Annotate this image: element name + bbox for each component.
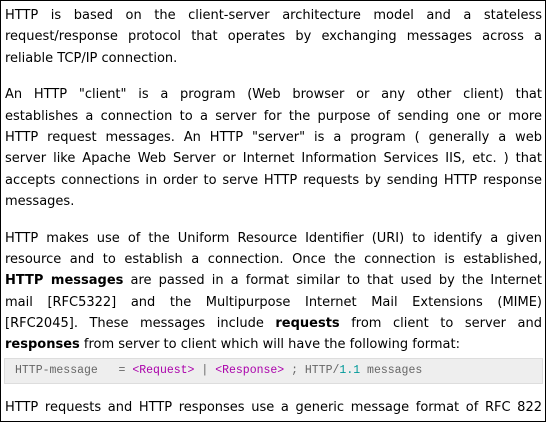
document-frame: HTTP is based on the client-server archi… bbox=[0, 0, 546, 422]
text-line: messages. bbox=[5, 193, 75, 209]
bold-term: requests bbox=[275, 315, 340, 331]
code-token: <Response> bbox=[215, 364, 285, 378]
text-line: mail [RFC5322] and the Multipurpose Inte… bbox=[5, 294, 542, 310]
text-segment: are passed in a format similar to that u… bbox=[123, 273, 543, 289]
text-line: establishes a connection to a server for… bbox=[5, 108, 542, 124]
text-segment: [RFC2045]. These messages include bbox=[5, 315, 276, 331]
text-segment: from server to client which will have th… bbox=[79, 337, 460, 353]
bold-term: responses bbox=[5, 337, 80, 353]
article-content: HTTP is based on the client-server archi… bbox=[4, 5, 543, 419]
paragraph-intro: HTTP is based on the client-server archi… bbox=[5, 5, 542, 69]
code-token: <Request> bbox=[132, 364, 195, 378]
text-line: HTTP requests and HTTP responses use a g… bbox=[5, 400, 542, 416]
paragraph-uri: HTTP makes use of the Uniform Resource I… bbox=[5, 228, 542, 356]
code-token: ; HTTP/ bbox=[284, 364, 340, 378]
text-segment: from client to server and bbox=[339, 315, 543, 331]
text-line: server like Apache Web Server or Interne… bbox=[5, 151, 542, 167]
code-token: HTTP-message bbox=[15, 364, 98, 378]
text-line: HTTP is based on the client-server archi… bbox=[5, 8, 542, 23]
bold-term: HTTP messages bbox=[5, 273, 124, 289]
text-line: HTTP messages are passed in a format sim… bbox=[5, 270, 542, 291]
text-line: responses from server to client which wi… bbox=[5, 334, 542, 355]
text-line: HTTP makes use of the Uniform Resource I… bbox=[5, 230, 542, 246]
text-line: accepts connections in order to serve HT… bbox=[5, 172, 542, 188]
text-line: An HTTP "client" is a program (Web brows… bbox=[5, 87, 542, 103]
text-line: [RFC2045]. These messages include reques… bbox=[5, 313, 542, 334]
code-token: | bbox=[194, 364, 216, 378]
code-token: 1.1 bbox=[339, 364, 361, 378]
code-token: messages bbox=[360, 364, 423, 378]
text-line: resource and to establish a connection. … bbox=[5, 251, 542, 267]
code-block: HTTP-message = <Request> | <Response> ; … bbox=[4, 358, 543, 385]
text-line: reliable TCP/IP connection. bbox=[5, 50, 178, 66]
paragraph-client-server: An HTTP "client" is a program (Web brows… bbox=[5, 84, 542, 212]
text-line: request/response protocol that operates … bbox=[5, 29, 542, 45]
code-token: = bbox=[97, 364, 133, 378]
text-line: HTTP request messages. An HTTP "server" … bbox=[5, 129, 542, 145]
